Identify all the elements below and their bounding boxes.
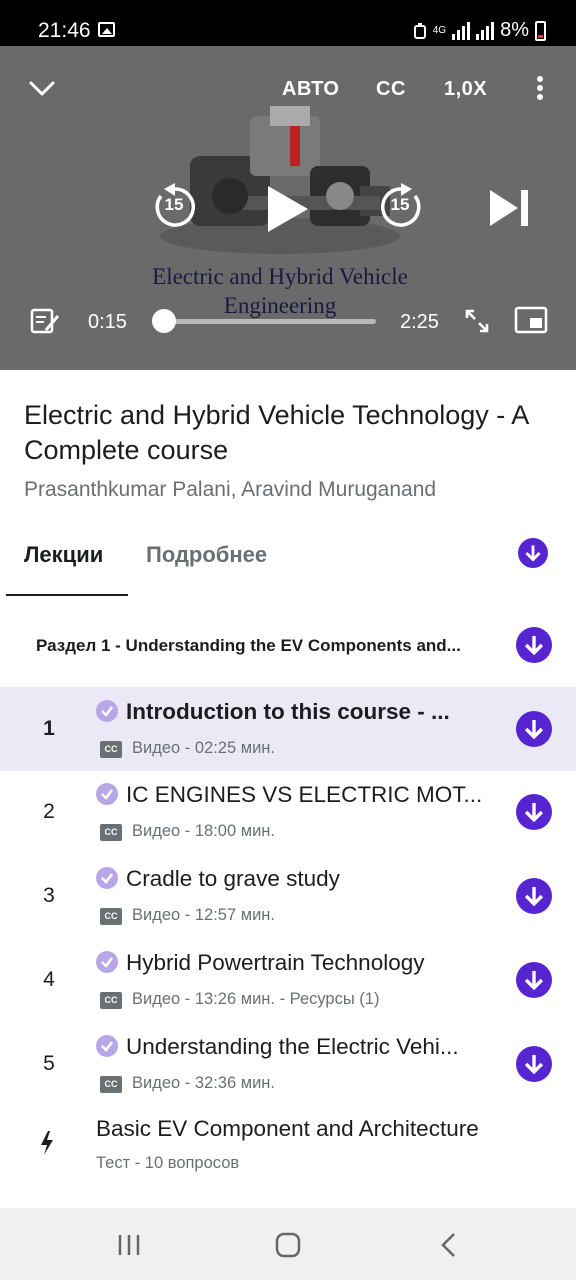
quality-auto-button[interactable]: АВТО bbox=[282, 78, 339, 101]
lecture-number: 5 bbox=[43, 1052, 55, 1075]
seek-track[interactable] bbox=[152, 319, 376, 324]
elapsed-time: 0:15 bbox=[88, 311, 127, 333]
lecture-row[interactable]: 2 IC ENGINES VS ELECTRIC MOT... CC Видео… bbox=[0, 770, 576, 854]
gallery-notification-icon bbox=[98, 22, 115, 37]
rewind-seconds: 15 bbox=[164, 195, 184, 214]
tab-lectures[interactable]: Лекции bbox=[24, 542, 103, 568]
forward-seconds: 15 bbox=[390, 195, 410, 214]
next-lecture-icon[interactable] bbox=[488, 188, 532, 228]
android-nav-bar bbox=[0, 1208, 576, 1280]
collapse-chevron-icon[interactable] bbox=[28, 78, 56, 98]
lecture-title: Cradle to grave study bbox=[126, 866, 340, 891]
download-lecture-button[interactable] bbox=[516, 794, 552, 830]
download-all-button[interactable] bbox=[518, 538, 548, 568]
download-icon bbox=[524, 887, 544, 907]
signal-icon bbox=[452, 21, 471, 40]
active-tab-indicator bbox=[6, 594, 128, 596]
lecture-title: Introduction to this course - ... bbox=[126, 699, 450, 724]
download-icon bbox=[524, 1055, 544, 1075]
course-authors[interactable]: Prasanthkumar Palani, Aravind Muruganand bbox=[24, 478, 436, 502]
section-title[interactable]: Раздел 1 - Understanding the EV Componen… bbox=[36, 636, 496, 656]
closed-captions-icon: CC bbox=[100, 908, 122, 925]
download-icon bbox=[524, 720, 544, 740]
lecture-meta: Видео - 12:57 мин. bbox=[132, 906, 275, 924]
lecture-meta: Видео - 02:25 мин. bbox=[132, 739, 275, 757]
signal-icon-2 bbox=[476, 21, 495, 40]
lecture-row[interactable]: 4 Hybrid Powertrain Technology CC Видео … bbox=[0, 938, 576, 1022]
captions-button[interactable]: CC bbox=[376, 78, 406, 101]
download-icon bbox=[524, 636, 544, 656]
lecture-title: Hybrid Powertrain Technology bbox=[126, 950, 425, 975]
forward-15-button[interactable]: 15 bbox=[376, 182, 426, 232]
completed-check-icon bbox=[96, 1035, 118, 1057]
closed-captions-icon: CC bbox=[100, 824, 122, 841]
rewind-15-button[interactable]: 15 bbox=[150, 182, 200, 232]
status-bar: 21:46 4G 8% bbox=[0, 0, 576, 46]
lecture-meta: Видео - 32:36 мин. bbox=[132, 1074, 275, 1092]
closed-captions-icon: CC bbox=[100, 1076, 122, 1093]
total-duration: 2:25 bbox=[400, 311, 439, 333]
course-title: Electric and Hybrid Vehicle Technology -… bbox=[24, 400, 528, 465]
completed-check-icon bbox=[96, 951, 118, 973]
video-player[interactable]: Electric and Hybrid Vehicle Engineering … bbox=[0, 46, 576, 370]
lecture-number: 4 bbox=[43, 968, 55, 991]
recent-apps-icon[interactable] bbox=[114, 1230, 144, 1260]
back-icon[interactable] bbox=[434, 1230, 464, 1260]
home-icon[interactable] bbox=[273, 1230, 303, 1260]
play-icon[interactable] bbox=[262, 184, 312, 234]
tab-details[interactable]: Подробнее bbox=[146, 542, 267, 568]
closed-captions-icon: CC bbox=[100, 992, 122, 1009]
status-time: 21:46 bbox=[38, 19, 91, 42]
download-section-button[interactable] bbox=[516, 627, 552, 663]
quiz-meta: Тест - 10 вопросов bbox=[96, 1154, 240, 1172]
battery-percent: 8% bbox=[500, 19, 529, 41]
lecture-number: 1 bbox=[43, 717, 55, 740]
download-lecture-button[interactable] bbox=[516, 878, 552, 914]
lecture-number: 2 bbox=[43, 800, 55, 823]
lecture-row[interactable]: 3 Cradle to grave study CC Видео - 12:57… bbox=[0, 854, 576, 938]
battery-icon bbox=[535, 20, 546, 41]
video-title-line1: Electric and Hybrid Vehicle bbox=[152, 264, 408, 289]
completed-check-icon bbox=[96, 867, 118, 889]
quiz-title[interactable]: Basic EV Component and Architecture bbox=[96, 1116, 479, 1142]
download-icon bbox=[524, 971, 544, 991]
alarm-icon bbox=[413, 22, 426, 39]
seek-knob[interactable] bbox=[152, 309, 177, 333]
more-options-icon[interactable] bbox=[534, 76, 546, 104]
fullscreen-icon[interactable] bbox=[464, 308, 490, 334]
download-lecture-button[interactable] bbox=[516, 962, 552, 998]
download-lecture-button[interactable] bbox=[516, 1046, 552, 1082]
lecture-number: 3 bbox=[43, 884, 55, 907]
closed-captions-icon: CC bbox=[100, 741, 122, 758]
status-indicators: 4G 8% bbox=[413, 19, 546, 42]
download-icon bbox=[524, 803, 544, 823]
lecture-title: IC ENGINES VS ELECTRIC MOT... bbox=[126, 782, 483, 807]
lecture-row[interactable]: 5 Understanding the Electric Vehi... CC … bbox=[0, 1022, 576, 1106]
lightning-icon bbox=[41, 1131, 53, 1155]
network-type: 4G bbox=[432, 24, 447, 36]
playback-rate-button[interactable]: 1,0X bbox=[444, 78, 487, 101]
download-icon bbox=[525, 545, 541, 562]
lecture-row[interactable]: 1 Introduction to this course - ... CC В… bbox=[0, 687, 576, 771]
completed-check-icon bbox=[96, 700, 118, 722]
notes-icon[interactable] bbox=[30, 308, 60, 334]
lecture-title: Understanding the Electric Vehi... bbox=[126, 1034, 459, 1059]
completed-check-icon bbox=[96, 783, 118, 805]
lecture-meta: Видео - 13:26 мин. - Ресурсы (1) bbox=[132, 990, 380, 1008]
download-lecture-button[interactable] bbox=[516, 711, 552, 747]
lecture-meta: Видео - 18:00 мин. bbox=[132, 822, 275, 840]
picture-in-picture-icon[interactable] bbox=[514, 306, 548, 334]
